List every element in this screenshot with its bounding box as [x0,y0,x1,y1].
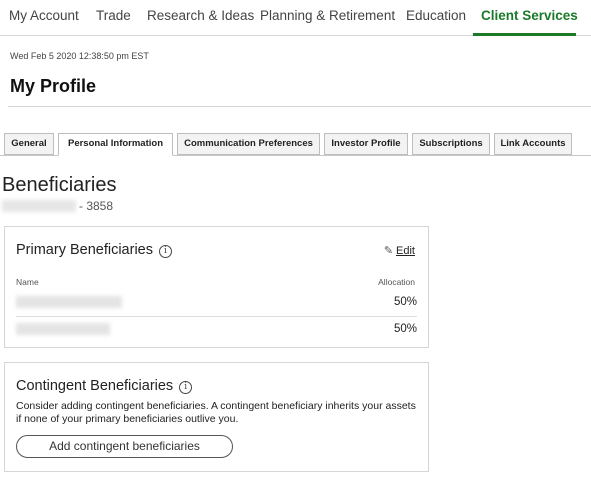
tab-general[interactable]: General [4,133,54,155]
nav-trade[interactable]: Trade [96,8,131,23]
primary-beneficiaries-heading: Primary Beneficiaries i [16,242,172,258]
contingent-beneficiaries-heading: Contingent Beneficiaries i [16,378,193,394]
section-title: Beneficiaries [2,174,117,196]
tab-personal-information[interactable]: Personal Information [58,133,173,156]
tab-link-accounts[interactable]: Link Accounts [494,133,572,155]
nav-my-account[interactable]: My Account [9,8,79,23]
nav-active-indicator [473,33,576,36]
info-icon[interactable]: i [159,245,172,258]
nav-education[interactable]: Education [406,8,466,23]
top-navigation: My Account Trade Research & Ideas Planni… [0,0,591,36]
nav-research-ideas[interactable]: Research & Ideas [147,8,254,23]
account-suffix: - 3858 [79,199,114,213]
primary-beneficiaries-title: Primary Beneficiaries [16,242,153,258]
contingent-beneficiaries-title: Contingent Beneficiaries [16,378,174,394]
timestamp: Wed Feb 5 2020 12:38:50 pm EST [10,51,149,61]
edit-label: Edit [396,245,415,257]
page-title: My Profile [10,76,97,96]
beneficiary-name-redacted [16,323,110,335]
account-number-redacted [2,200,76,212]
beneficiary-name-redacted [16,296,122,308]
add-contingent-beneficiaries-button[interactable]: Add contingent beneficiaries [16,435,233,458]
tab-subscriptions[interactable]: Subscriptions [412,133,490,155]
edit-link[interactable]: ✎ Edit [384,244,415,257]
pencil-icon: ✎ [383,245,394,257]
primary-beneficiaries-card: Primary Beneficiaries i ✎ Edit Name Alloca… [4,226,429,348]
info-icon[interactable]: i [179,381,193,394]
tab-investor-profile[interactable]: Investor Profile [324,133,408,155]
beneficiary-row: 50% [16,290,417,317]
beneficiary-allocation: 50% [393,323,417,335]
column-header-allocation: Allocation [378,277,415,287]
nav-planning-retirement[interactable]: Planning & Retirement [260,8,395,23]
beneficiary-allocation: 50% [393,296,417,308]
tab-communication-preferences[interactable]: Communication Preferences [177,133,320,155]
beneficiary-row: 50% [16,317,417,343]
header-divider [8,106,591,107]
column-header-name: Name [16,277,39,287]
nav-client-services[interactable]: Client Services [481,8,578,23]
contingent-beneficiaries-card: Contingent Beneficiaries i Consider addin… [4,362,429,472]
contingent-description: Consider adding contingent beneficiaries… [16,400,416,425]
